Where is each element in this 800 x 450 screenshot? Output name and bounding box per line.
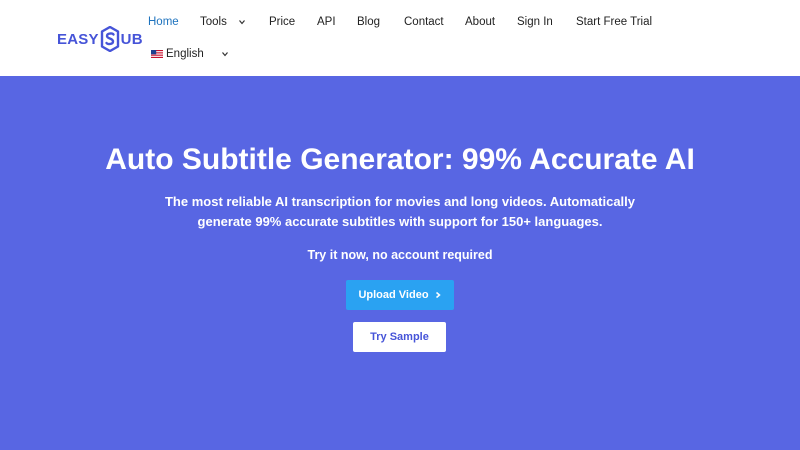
try-sample-label: Try Sample	[370, 331, 429, 343]
s-logo-icon	[100, 26, 119, 52]
nav-tools-label: Tools	[200, 16, 227, 28]
chevron-right-icon	[435, 291, 441, 299]
nav-tools[interactable]: Tools	[200, 14, 247, 30]
site-header: EASY UB Home Tools Price API Blog Contac…	[0, 0, 800, 76]
logo-text-right: UB	[120, 30, 143, 48]
language-selector[interactable]: English	[151, 46, 230, 62]
hero-title: Auto Subtitle Generator: 99% Accurate AI	[105, 143, 695, 176]
nav-api[interactable]: API	[317, 14, 336, 30]
chevron-down-icon	[221, 52, 228, 57]
chevron-down-icon	[238, 20, 245, 25]
language-label: English	[166, 48, 204, 60]
nav-sign-in[interactable]: Sign In	[517, 14, 553, 30]
try-sample-button[interactable]: Try Sample	[353, 322, 446, 352]
nav-home[interactable]: Home	[148, 14, 179, 30]
us-flag-icon	[151, 50, 163, 58]
upload-video-button[interactable]: Upload Video	[346, 280, 454, 310]
hero-subtitle: The most reliable AI transcription for m…	[164, 194, 636, 229]
nav-blog[interactable]: Blog	[357, 14, 380, 30]
upload-video-label: Upload Video	[358, 289, 429, 301]
logo-text-left: EASY	[57, 30, 99, 48]
nav-about[interactable]: About	[465, 14, 495, 30]
nav-contact[interactable]: Contact	[404, 14, 444, 30]
nav-price[interactable]: Price	[269, 14, 295, 30]
site-logo[interactable]: EASY UB	[57, 26, 143, 52]
nav-start-free-trial[interactable]: Start Free Trial	[576, 14, 652, 30]
hero-note: Try it now, no account required	[307, 248, 493, 262]
